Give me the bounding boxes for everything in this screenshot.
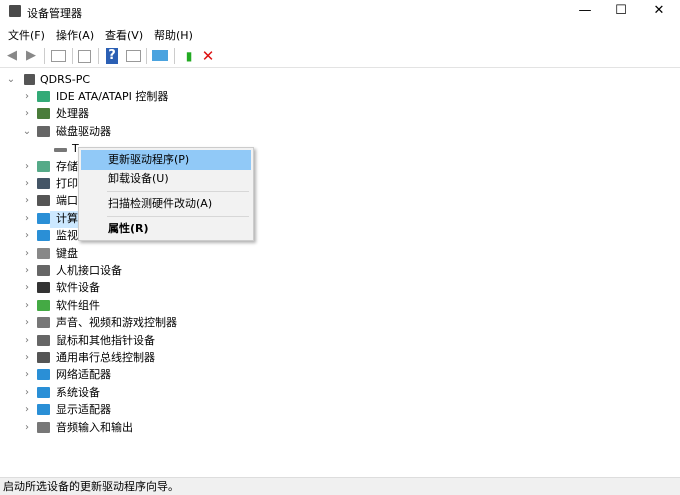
menu-separator <box>107 216 249 217</box>
window-title: 设备管理器 <box>27 7 82 20</box>
uninstall-icon[interactable]: ✕ <box>200 48 216 64</box>
tree-item-label: 打印 <box>56 177 78 190</box>
device-category-icon <box>37 108 50 120</box>
tree-item-label: 音频输入和输出 <box>56 420 133 434</box>
menu-action[interactable]: 操作(A) <box>56 27 94 43</box>
tree-item-label: 软件组件 <box>56 298 100 312</box>
chevron-right-icon[interactable]: › <box>22 279 32 296</box>
computer-icon <box>24 74 35 85</box>
tree-root-label: QDRS-PC <box>40 73 91 86</box>
chevron-down-icon[interactable]: ⌄ <box>6 71 16 88</box>
menu-item-scan-hardware[interactable]: 扫描检测硬件改动(A) <box>81 194 251 214</box>
tree-item-label: 键盘 <box>56 246 78 260</box>
device-category-icon <box>37 369 50 381</box>
close-button[interactable]: ✕ <box>641 0 677 22</box>
title-bar: 设备管理器 — ☐ ✕ <box>0 0 680 24</box>
chevron-right-icon[interactable]: › <box>22 297 32 314</box>
chevron-right-icon[interactable]: › <box>22 158 32 175</box>
chevron-right-icon[interactable]: › <box>22 332 32 349</box>
tree-item-label: 磁盘驱动器 <box>56 124 111 138</box>
toolbar-separator <box>44 48 45 64</box>
tree-item-label: 显示适配器 <box>56 403 111 417</box>
menu-help[interactable]: 帮助(H) <box>154 27 193 43</box>
chevron-right-icon[interactable]: › <box>22 88 32 105</box>
show-hide-console-tree-icon[interactable] <box>51 50 66 62</box>
action-pane-icon[interactable] <box>126 50 141 62</box>
chevron-right-icon[interactable]: › <box>22 262 32 279</box>
chevron-right-icon[interactable]: › <box>22 366 32 383</box>
device-tree: ⌄ QDRS-PC › IDE ATA/ATAPI 控制器 › 处理器 ⌄ 磁盘驱动器 T ›… <box>0 69 680 477</box>
toolbar-separator <box>174 48 175 64</box>
toolbar-separator <box>98 48 99 64</box>
device-category-icon <box>54 148 67 153</box>
device-category-icon <box>37 352 50 363</box>
device-category-icon <box>37 160 50 172</box>
tree-item-label: 人机接口设备 <box>56 264 122 277</box>
device-category-icon <box>37 265 50 276</box>
toolbar: ◀ ▶ ? ▮ ✕ <box>0 44 680 68</box>
chevron-right-icon[interactable]: › <box>22 349 32 366</box>
tree-item-label: 计算 <box>56 211 78 225</box>
menu-view[interactable]: 查看(V) <box>105 27 143 43</box>
tree-item-label: IDE ATA/ATAPI 控制器 <box>56 90 169 103</box>
minimize-button[interactable]: — <box>567 0 603 22</box>
chevron-right-icon[interactable]: › <box>22 384 32 401</box>
menu-bar: 文件(F) 操作(A) 查看(V) 帮助(H) <box>0 24 680 44</box>
device-category-icon <box>37 125 50 137</box>
chevron-down-icon[interactable]: ⌄ <box>22 123 32 140</box>
forward-icon[interactable]: ▶ <box>23 48 39 64</box>
tree-item-label: 存储 <box>56 159 78 173</box>
update-driver-icon[interactable]: ▮ <box>181 48 197 64</box>
device-category-icon <box>37 386 50 398</box>
properties-icon[interactable] <box>78 50 91 63</box>
device-category-icon <box>37 230 50 242</box>
device-category-icon <box>37 404 50 416</box>
chevron-right-icon[interactable]: › <box>22 192 32 209</box>
device-category-icon <box>37 317 50 329</box>
chevron-right-icon[interactable]: › <box>22 175 32 192</box>
device-category-icon <box>37 212 50 224</box>
help-icon[interactable]: ? <box>106 48 118 64</box>
chevron-right-icon[interactable]: › <box>22 314 32 331</box>
device-category-icon <box>37 282 50 294</box>
chevron-right-icon[interactable]: › <box>22 245 32 262</box>
tree-item-label: 端口 <box>56 194 78 208</box>
tree-item-label: 监视 <box>56 229 78 243</box>
tree-item-label: 处理器 <box>56 107 89 121</box>
menu-item-uninstall-device[interactable]: 卸载设备(U) <box>81 169 251 189</box>
maximize-button[interactable]: ☐ <box>603 0 639 22</box>
device-manager-icon <box>9 5 21 17</box>
toolbar-separator <box>146 48 147 64</box>
context-menu: 更新驱动程序(P) 卸载设备(U) 扫描检测硬件改动(A) 属性(R) <box>78 147 254 241</box>
chevron-right-icon[interactable]: › <box>22 419 32 436</box>
device-category-icon <box>37 247 50 259</box>
tree-item-label: 系统设备 <box>56 385 100 399</box>
device-category-icon <box>37 421 50 433</box>
menu-item-update-driver[interactable]: 更新驱动程序(P) <box>81 150 251 170</box>
chevron-right-icon[interactable]: › <box>22 105 32 122</box>
device-category-icon <box>37 91 50 102</box>
back-icon[interactable]: ◀ <box>4 48 20 64</box>
tree-item-label: 声音、视频和游戏控制器 <box>56 316 177 330</box>
chevron-right-icon[interactable]: › <box>22 401 32 418</box>
scan-hardware-icon[interactable] <box>152 50 168 61</box>
device-category-icon <box>37 195 50 207</box>
tree-item-label: 鼠标和其他指针设备 <box>56 333 155 347</box>
device-category-icon <box>37 299 50 311</box>
tree-item-label: 网络适配器 <box>56 368 111 382</box>
device-category-icon <box>37 178 50 189</box>
menu-item-properties[interactable]: 属性(R) <box>81 219 251 239</box>
status-bar: 启动所选设备的更新驱动程序向导。 <box>0 477 680 495</box>
toolbar-separator <box>72 48 73 64</box>
tree-item-label: 通用串行总线控制器 <box>56 351 155 364</box>
menu-separator <box>107 191 249 192</box>
chevron-right-icon[interactable]: › <box>22 210 32 227</box>
device-category-icon <box>37 334 50 346</box>
tree-item-label: 软件设备 <box>56 281 100 295</box>
chevron-right-icon[interactable]: › <box>22 227 32 244</box>
menu-file[interactable]: 文件(F) <box>8 27 45 43</box>
